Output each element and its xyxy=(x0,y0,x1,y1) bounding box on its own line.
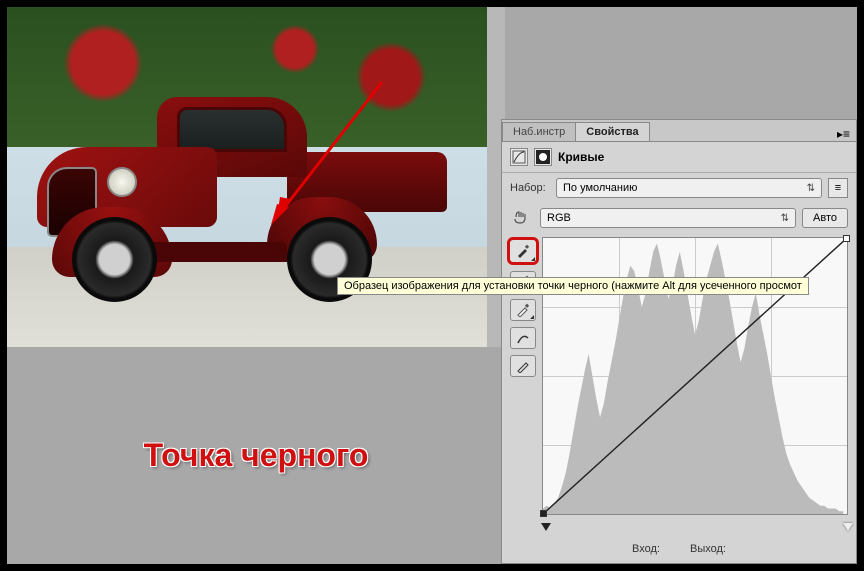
output-label: Выход: xyxy=(690,543,726,555)
tab-properties[interactable]: Свойства xyxy=(575,122,649,141)
layer-mask-icon[interactable] xyxy=(534,148,552,166)
panel-tabs: Наб.инстр Свойства ▸≡ xyxy=(502,120,856,142)
select-arrows-icon: ⇅ xyxy=(807,183,815,194)
preset-menu-icon[interactable]: ≡ xyxy=(828,178,848,198)
preset-label: Набор: xyxy=(510,182,550,194)
properties-panel: Наб.инстр Свойства ▸≡ Кривые Набор: По у… xyxy=(501,119,857,564)
preset-value: По умолчанию xyxy=(563,182,637,194)
auto-button[interactable]: Авто xyxy=(802,208,848,228)
panel-title: Кривые xyxy=(558,150,604,164)
black-point-eyedropper-icon[interactable] xyxy=(507,237,539,265)
annotation-caption: Точка черного xyxy=(144,437,369,474)
panel-flyout-icon[interactable]: ▸≡ xyxy=(831,127,856,141)
preset-select[interactable]: По умолчанию ⇅ xyxy=(556,178,822,198)
select-arrows-icon: ⇅ xyxy=(781,213,789,224)
pencil-curve-icon[interactable] xyxy=(510,355,536,377)
white-point-eyedropper-icon[interactable] xyxy=(510,299,536,321)
channel-value: RGB xyxy=(547,212,571,224)
smooth-curve-icon[interactable] xyxy=(510,327,536,349)
channel-select[interactable]: RGB ⇅ xyxy=(540,208,796,228)
curve-black-handle[interactable] xyxy=(540,510,547,517)
adjustment-type-icon xyxy=(510,148,528,166)
tooltip: Образец изображения для установки точки … xyxy=(337,277,809,295)
targeted-adjustment-icon[interactable] xyxy=(510,209,534,228)
white-slider-icon[interactable] xyxy=(843,523,853,531)
input-label: Вход: xyxy=(632,543,660,555)
tab-tool-presets[interactable]: Наб.инстр xyxy=(502,122,576,141)
curve-white-handle[interactable] xyxy=(843,235,850,242)
document-image[interactable] xyxy=(7,7,487,347)
black-slider-icon[interactable] xyxy=(541,523,551,531)
